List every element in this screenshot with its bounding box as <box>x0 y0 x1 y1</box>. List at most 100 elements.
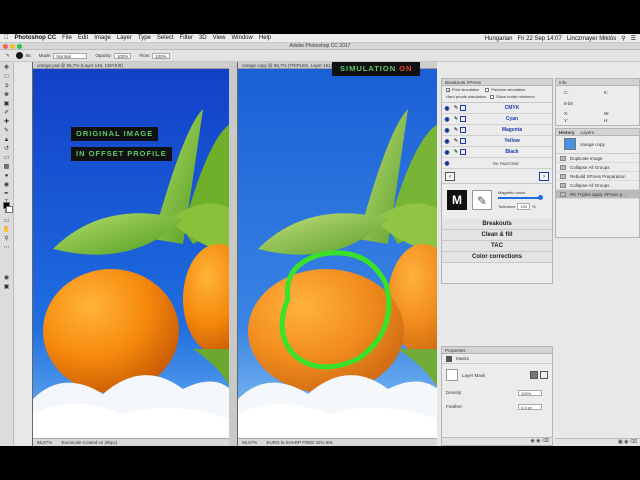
clone-stamp-tool-icon[interactable]: ▲ <box>3 137 11 143</box>
brush-tool-icon[interactable]: ✎ <box>6 53 10 59</box>
more-tools-icon[interactable]: ⋯ <box>3 245 11 251</box>
menu-list-icon[interactable]: ☰ <box>631 35 636 42</box>
delete-icon[interactable]: ⌫ <box>630 439 637 445</box>
quick-select-tool-icon[interactable]: ❀ <box>3 92 11 98</box>
feather-field[interactable]: 0,0 px <box>518 404 542 410</box>
hand-tool-icon[interactable]: ✋ <box>3 227 11 233</box>
hard-proof-checkbox[interactable]: Hard proofs simulation Show under minimu… <box>442 93 552 100</box>
language-menu[interactable]: Hungarian <box>485 36 513 42</box>
document-tab-original[interactable]: orange.psd @ 66,7% (Layer 146, CMYK/8) <box>33 62 229 69</box>
pen-icon[interactable]: ✎ <box>452 138 460 144</box>
menu-help[interactable]: Help <box>259 35 271 41</box>
menu-select[interactable]: Select <box>157 35 174 41</box>
color-corrections-button[interactable]: Color corrections <box>442 252 552 263</box>
delete-icon[interactable]: ⌫ <box>542 438 549 444</box>
channel-row-pantone[interactable]: ◉ RK PANTONE <box>442 158 552 169</box>
selection-icon[interactable]: ◉ <box>530 438 534 444</box>
eye-icon[interactable]: ◉ <box>442 127 452 134</box>
gradient-tool-icon[interactable]: ▩ <box>3 164 11 170</box>
pen-icon[interactable]: ✎ <box>452 127 460 133</box>
eye-icon[interactable]: ◉ <box>442 138 452 145</box>
menu-type[interactable]: Type <box>138 35 151 41</box>
menu-3d[interactable]: 3D <box>199 35 207 41</box>
document-canvas-original[interactable]: ORIGINAL IMAGE IN OFFSET PROFILE <box>33 69 229 438</box>
marquee-tool-icon[interactable]: □ <box>3 74 11 80</box>
quick-mask-icon[interactable]: ◉ <box>3 275 11 281</box>
brush-tool-icon[interactable]: ✎ <box>3 128 11 134</box>
density-field[interactable]: 100% <box>518 390 542 396</box>
tolerance-field[interactable]: 100 <box>517 203 531 210</box>
clock[interactable]: Fri 22 Sep 14:07 <box>517 36 561 42</box>
flow-field[interactable]: 100% <box>152 52 170 59</box>
history-snapshot[interactable]: orange copy <box>556 136 639 154</box>
checkbox-icon[interactable] <box>485 87 490 92</box>
shape-tool-icon[interactable]: ▭ <box>3 218 11 224</box>
visibility-icon[interactable]: ◉ <box>536 438 540 444</box>
apple-icon[interactable]:  <box>4 35 9 41</box>
menu-image[interactable]: Image <box>94 35 111 41</box>
layer-mask-thumbnail[interactable] <box>446 369 458 381</box>
pen-icon[interactable]: ✎ <box>452 116 460 122</box>
tolerance-slider[interactable] <box>498 197 542 199</box>
crop-tool-icon[interactable]: ▣ <box>3 101 11 107</box>
minimize-window-button[interactable] <box>10 44 15 49</box>
channel-row-black[interactable]: ◉ ✎ Black <box>442 147 552 158</box>
channel-row-cyan[interactable]: ◉ ✎ Cyan <box>442 114 552 125</box>
properties-panel-title[interactable]: Properties <box>442 347 552 354</box>
tac-button[interactable]: TAC <box>442 241 552 252</box>
history-item[interactable]: Collapse All Groups <box>556 163 639 172</box>
search-icon[interactable]: ⚲ <box>621 35 625 42</box>
close-window-button[interactable] <box>3 44 8 49</box>
eyedropper-tool-icon[interactable]: ✐ <box>3 110 11 116</box>
pen-icon[interactable]: ✎ <box>452 105 460 111</box>
zoom-tool-icon[interactable]: ⚲ <box>3 236 11 242</box>
background-color-swatch[interactable] <box>6 206 13 213</box>
zoom-window-button[interactable] <box>17 44 22 49</box>
menu-photoshop[interactable]: Photoshop CC <box>15 35 57 41</box>
history-item[interactable]: Collapse All Groups <box>556 181 639 190</box>
checkbox-icon[interactable] <box>490 94 495 99</box>
zoom-level[interactable]: 66,67% <box>37 440 52 445</box>
eye-icon[interactable]: ◉ <box>442 116 452 123</box>
pen-tool-icon[interactable]: ✒ <box>3 191 11 197</box>
history-brush-tool-icon[interactable]: ↺ <box>3 146 11 152</box>
opacity-field[interactable]: 100% <box>113 52 132 59</box>
clean-fill-button[interactable]: Clean & fill <box>442 230 552 241</box>
menu-edit[interactable]: Edit <box>78 35 88 41</box>
pixel-mask-button[interactable] <box>530 371 538 379</box>
zoom-level[interactable]: 66,67% <box>242 440 257 445</box>
eye-icon[interactable]: ◉ <box>442 105 452 112</box>
mode-select[interactable]: Normal <box>53 52 88 59</box>
eye-icon[interactable]: ◉ <box>442 160 452 167</box>
print-simulation-checkbox[interactable]: ✓ Print simulation Pantone simulation <box>442 86 552 93</box>
brush-size[interactable]: 85 <box>26 53 31 58</box>
tab-history[interactable]: History <box>559 129 575 135</box>
channel-row-magenta[interactable]: ◉ ✎ Magenta <box>442 125 552 136</box>
menu-file[interactable]: File <box>62 35 72 41</box>
healing-tool-icon[interactable]: ✚ <box>3 119 11 125</box>
tolerance-slider-handle[interactable] <box>538 195 543 200</box>
document-canvas-simulation[interactable] <box>238 69 437 438</box>
tab-layers[interactable]: Layers <box>581 129 595 135</box>
screen-mode-icon[interactable]: ▣ <box>3 284 11 290</box>
info-panel-title[interactable]: Info <box>556 79 639 86</box>
magnetic-brush-icon[interactable]: ✎ <box>472 190 492 210</box>
channel-row-cmyk[interactable]: ◉ ✎ CMYK <box>442 103 552 114</box>
menu-filter[interactable]: Filter <box>180 35 193 41</box>
dodge-tool-icon[interactable]: ◉ <box>3 182 11 188</box>
user-menu[interactable]: Linczmayer Miklós <box>567 36 616 42</box>
vector-mask-button[interactable] <box>540 371 548 379</box>
xpress-panel-title[interactable]: Breakouts XPress <box>442 79 552 86</box>
prev-arrow-button[interactable]: ‹ <box>445 172 455 181</box>
channel-row-yellow[interactable]: ◉ ✎ Yellow <box>442 136 552 147</box>
eye-icon[interactable]: ◉ <box>442 149 452 156</box>
camera-icon[interactable]: ◉ <box>624 439 628 445</box>
move-tool-icon[interactable]: ✥ <box>3 65 11 71</box>
eraser-tool-icon[interactable]: ▭ <box>3 155 11 161</box>
menu-layer[interactable]: Layer <box>117 35 132 41</box>
brush-preset-picker[interactable] <box>15 52 23 59</box>
lasso-tool-icon[interactable]: ➲ <box>3 83 11 89</box>
new-snapshot-icon[interactable]: ▣ <box>618 439 623 445</box>
menu-view[interactable]: View <box>213 35 226 41</box>
history-item[interactable]: Rebuild XPress Preparation <box>556 172 639 181</box>
